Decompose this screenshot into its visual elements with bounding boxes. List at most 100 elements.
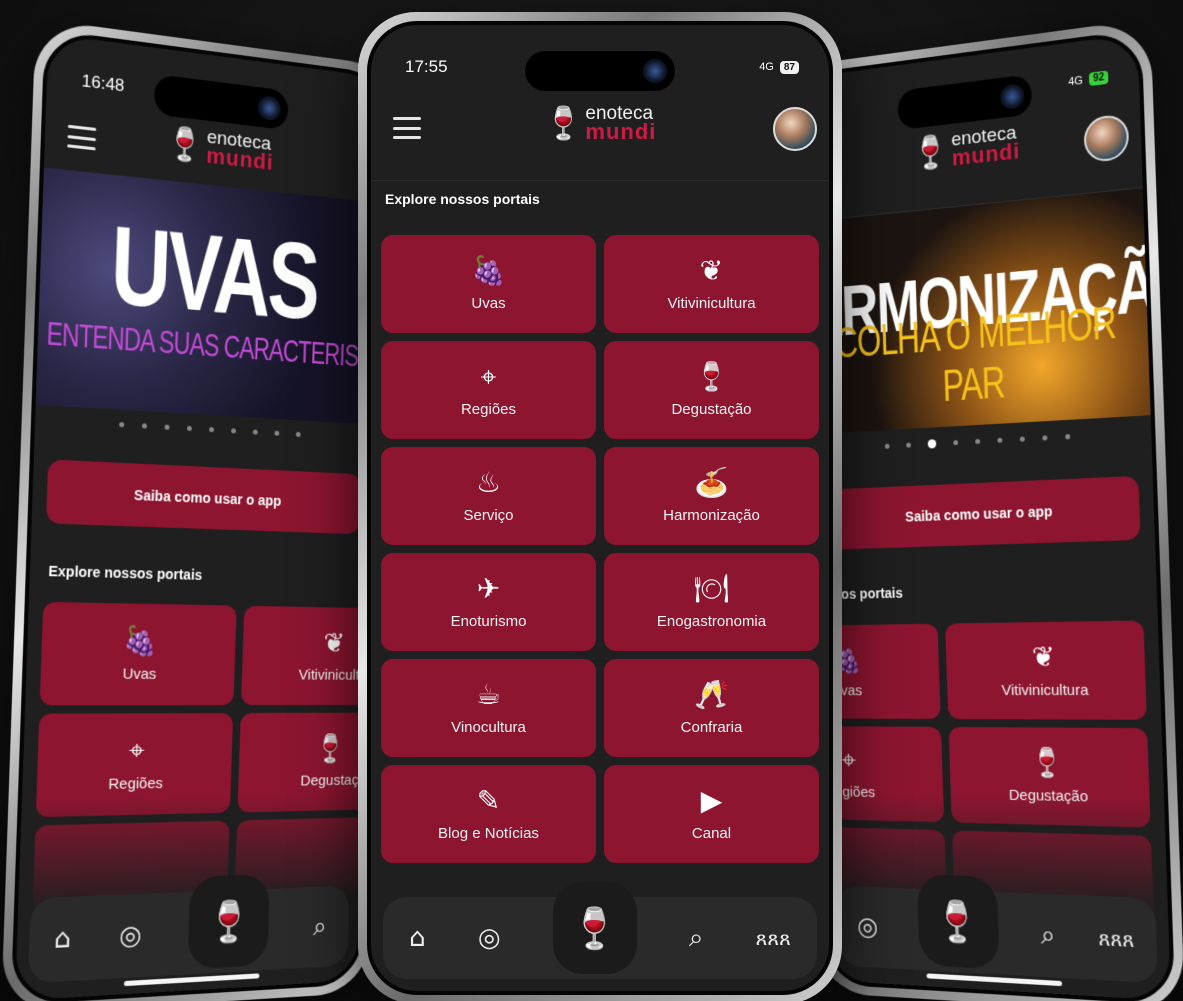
grapes-icon: 🍇 [122, 623, 159, 658]
avatar[interactable] [773, 107, 817, 151]
wine-nav-icon[interactable]: 🍷 [916, 873, 1000, 970]
signal-indicator: 4G [759, 61, 774, 73]
community-icon[interactable]: ጸጸጸ [756, 926, 791, 950]
home-icon[interactable]: ⌂ [54, 923, 72, 955]
portal-label: Uvas [471, 294, 506, 312]
portal-tile[interactable]: 🍝 Harmonização [604, 447, 819, 545]
camera-icon [1000, 83, 1025, 111]
menu-icon[interactable] [67, 124, 97, 151]
toast-glasses-icon: 🥂 [694, 677, 729, 711]
wine-glass-logo-icon: 🍷 [543, 104, 584, 143]
vine-icon: ❦ [322, 626, 346, 659]
wine-bucket-icon: ♨ [475, 465, 502, 499]
section-title: Explore nossos portais [48, 562, 203, 583]
wine-nav-icon[interactable]: 🍷 [552, 882, 637, 974]
video-channel-icon: ▶ [700, 783, 723, 817]
signal-indicator: 4G [1068, 74, 1084, 89]
how-to-use-button[interactable]: Saiba como usar o app [45, 459, 362, 535]
logo-text-line2: mundi [205, 142, 275, 175]
cloche-icon: 🍽 [693, 571, 730, 605]
portal-label: Vitivinicultura [667, 294, 756, 312]
bottom-nav: ⌂ ◎ 🍷 ⌕ ጸጸጸ [383, 882, 817, 979]
portal-tile[interactable]: ✎ Blog e Notícias [381, 765, 596, 863]
portal-tile[interactable]: 🍽 Enogastronomia [604, 553, 819, 651]
vine-icon: ❦ [699, 253, 724, 287]
wine-glass-logo-icon: 🍷 [165, 123, 206, 166]
portal-label: Regiões [108, 774, 164, 793]
bottom-nav: ◎ 🍷 ⌕ ጸጸጸ [836, 873, 1159, 984]
how-to-use-button[interactable]: Saiba como usar o app [825, 475, 1141, 550]
portals-grid: 🍇 Uvas ❦ Vitivinicultura ⌖ Regiões 🍷 Degustação… [381, 235, 819, 863]
camera-icon [257, 95, 281, 122]
phone-center: 17:55 4G 87 🍷 enoteca mundi Explore nossos… [358, 12, 842, 1001]
screen-right: 4G 92 🍷 enoteca mundi ARMONIZAÇÃO COLHA O … [795, 29, 1176, 1001]
portal-tile[interactable]: ❦ Vitivinicultura [604, 235, 819, 333]
blog-icon: ✎ [476, 783, 501, 817]
portal-tile[interactable]: ♨ Serviço [381, 447, 596, 545]
portal-label: Serviço [463, 506, 514, 524]
app-logo: 🍷 enoteca mundi [543, 104, 657, 145]
wine-glass-logo-icon: 🍷 [911, 131, 951, 174]
portal-tile[interactable]: ✈ Enoturismo [381, 553, 596, 651]
hero-banner[interactable]: ARMONIZAÇÃO COLHA O MELHOR PAR [803, 188, 1151, 435]
portal-tile[interactable]: ☕ Vinocultura [381, 659, 596, 757]
app-logo: 🍷 enoteca mundi [911, 122, 1021, 174]
portal-tile[interactable]: 🍇 Uvas [39, 601, 237, 706]
map-pin-icon: ⌖ [128, 733, 146, 767]
portal-tile[interactable]: 🍷 Degustação [604, 341, 819, 439]
grapes-icon: 🍇 [471, 253, 506, 287]
portal-label: Canal [691, 824, 732, 842]
battery-indicator: 92 [1088, 70, 1109, 87]
battery-indicator: 87 [779, 60, 799, 74]
app-header: 🍷 enoteca mundi [371, 97, 829, 181]
search-icon[interactable]: ⌕ [313, 911, 327, 942]
portal-label: Enoturismo [450, 612, 527, 630]
section-title: Explore nossos portais [385, 191, 540, 207]
portal-tile[interactable]: ▶ Canal [604, 765, 819, 863]
map-pin-icon: ⌖ [480, 359, 497, 393]
search-icon[interactable]: ⌕ [1040, 920, 1055, 952]
screen-left: 16:48 🍷 enoteca mundi UVAS ENTENDA SUAS C… [10, 29, 391, 1001]
portal-label: Uvas [122, 664, 157, 683]
phone-right: 4G 92 🍷 enoteca mundi ARMONIZAÇÃO COLHA O … [787, 18, 1183, 1001]
pasta-plate-icon: 🍝 [694, 465, 729, 499]
status-time: 17:55 [405, 57, 448, 76]
status-time: 16:48 [81, 70, 125, 96]
logo-text-line2: mundi [951, 138, 1021, 171]
portal-tile[interactable]: 🥂 Confraria [604, 659, 819, 757]
location-icon[interactable]: ◎ [119, 920, 143, 952]
wine-glass-icon: 🍷 [694, 359, 729, 393]
portal-label: Blog e Notícias [438, 824, 539, 842]
portal-label: Vinocultura [451, 718, 526, 736]
community-icon[interactable]: ጸጸጸ [1098, 926, 1135, 952]
map-pin-icon: ⌖ [841, 743, 857, 776]
hero-banner[interactable]: UVAS ENTENDA SUAS CARACTERIST [35, 167, 383, 425]
wine-glass-icon: 🍷 [314, 731, 348, 765]
portal-label: Degustação [671, 400, 752, 418]
portal-label: Vitivinicultura [1001, 681, 1089, 699]
portal-label: Harmonização [663, 506, 760, 524]
globe-plane-icon: ✈ [476, 571, 501, 605]
portal-label: Confraria [680, 718, 743, 736]
app-logo: 🍷 enoteca mundi [165, 123, 275, 175]
portal-label: Regiões [460, 400, 517, 418]
location-icon[interactable]: ◎ [478, 923, 501, 953]
home-icon[interactable]: ⌂ [409, 923, 426, 953]
bottom-nav: ⌂ ◎ 🍷 ⌕ [27, 873, 350, 984]
location-icon[interactable]: ◎ [857, 912, 879, 942]
avatar[interactable] [1083, 113, 1130, 164]
portal-tile[interactable]: 🍇 Uvas [381, 235, 596, 333]
menu-icon[interactable] [393, 117, 421, 139]
wine-nav-icon[interactable]: 🍷 [187, 873, 271, 970]
portal-tile[interactable]: ⌖ Regiões [381, 341, 596, 439]
portal-tile[interactable]: ❦ Vitivinicultura [945, 620, 1147, 720]
portal-label: Enogastronomia [656, 612, 767, 630]
vine-icon: ❦ [1031, 639, 1056, 674]
camera-icon [643, 59, 667, 83]
logo-text-line2: mundi [585, 119, 657, 145]
search-icon[interactable]: ⌕ [689, 923, 704, 954]
dynamic-island [525, 51, 675, 91]
sommelier-icon: ☕ [475, 677, 502, 711]
carousel-dots[interactable] [811, 430, 1151, 455]
wine-glass-icon: 🍷 [1029, 745, 1065, 780]
